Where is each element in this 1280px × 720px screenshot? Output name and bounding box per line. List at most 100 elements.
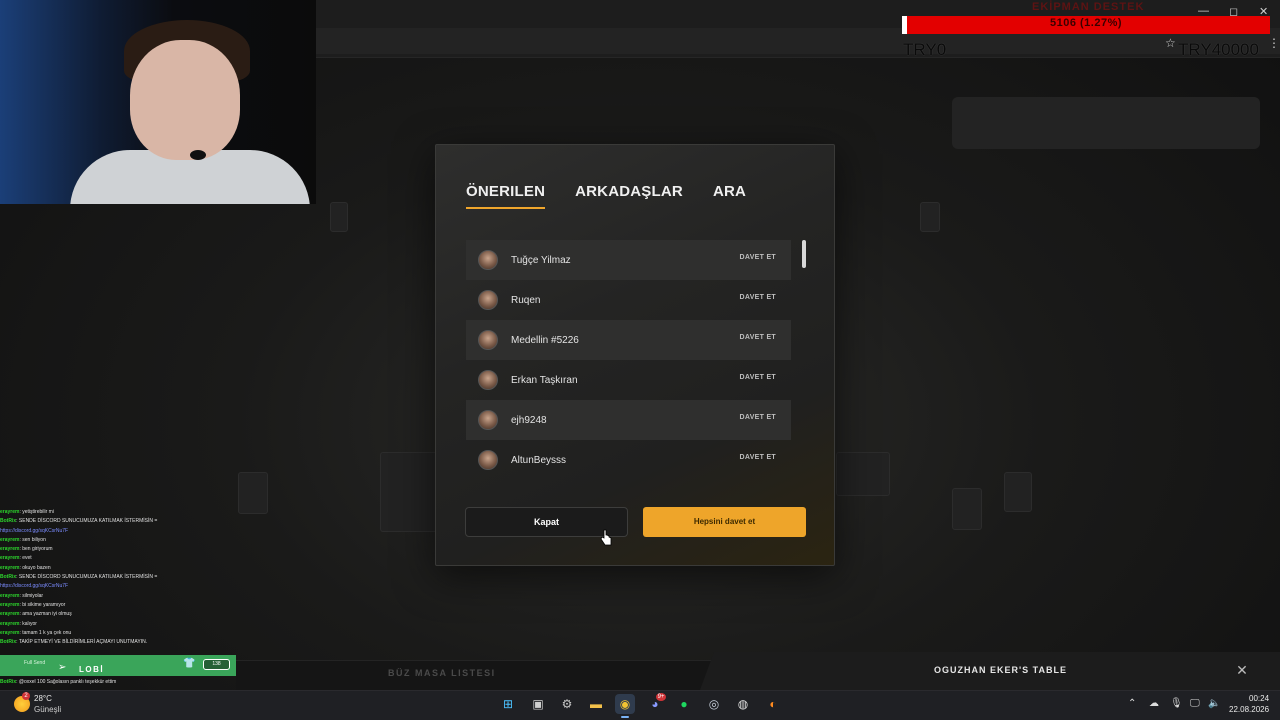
chat-line: erayrem: okuyo bazen xyxy=(0,564,240,573)
microphone-tray-icon[interactable]: 🎙 xyxy=(1170,698,1183,709)
donation-progress-text: 5106 (1.27%) xyxy=(1049,17,1123,29)
weather-description[interactable]: Güneşli xyxy=(34,705,61,714)
invite-button[interactable]: DAVET ET xyxy=(740,334,777,341)
chat-username: erayrem xyxy=(0,536,20,543)
player-name: Tuğçe Yilmaz xyxy=(511,254,571,266)
lobby-label[interactable]: LOBİ xyxy=(79,665,104,674)
lobby-toggle[interactable]: 138 xyxy=(203,659,230,670)
chat-message: : tamam 1 k ya çek onu xyxy=(19,629,72,636)
chat-line: BotRix: SENDE DİSCORD SUNUCUMUZA KATILMA… xyxy=(0,517,240,526)
avatar xyxy=(478,290,498,310)
browser-menu-icon[interactable]: ⋮ xyxy=(1268,36,1280,50)
spotify-icon[interactable]: ● xyxy=(674,694,694,714)
chat-message: : evet xyxy=(19,555,32,562)
invite-all-button[interactable]: Hepsini davet et xyxy=(643,507,806,537)
chat-line: erayrem: silmiyolar xyxy=(0,592,240,601)
chat-message: : kalıyor xyxy=(19,620,37,627)
invite-button[interactable]: DAVET ET xyxy=(740,454,777,461)
chat-line: erayrem: ben giriyorum xyxy=(0,545,240,554)
settings-gear-icon[interactable]: ⚙ xyxy=(557,694,577,714)
chat-line: https://discord.gg/sqKCsrNu7F xyxy=(0,582,240,591)
player-name: ejh9248 xyxy=(511,414,547,426)
clock-time[interactable]: 00:24 xyxy=(1249,694,1269,703)
chat-line: erayrem: yetiştirebilir mi xyxy=(0,508,240,517)
chat-bottom-line: BotRix: @oxxel 100 Sağolasın panklı teşe… xyxy=(0,679,240,685)
invite-button[interactable]: DAVET ET xyxy=(740,254,777,261)
chat-message: : SENDE DİSCORD SUNUCUMUZA KATILMAK İSTE… xyxy=(16,518,158,525)
send-icon[interactable]: ➢ xyxy=(58,662,66,673)
weather-badge: 2 xyxy=(22,692,30,700)
close-window-icon[interactable]: ✕ xyxy=(1259,5,1268,18)
invite-button[interactable]: DAVET ET xyxy=(740,414,777,421)
chat-username: erayrem xyxy=(0,620,20,627)
player-name: Ruqen xyxy=(511,294,541,306)
obs-icon[interactable]: ◍ xyxy=(733,694,753,714)
volume-icon[interactable]: 🔈 xyxy=(1208,698,1220,709)
maximize-icon[interactable]: ◻ xyxy=(1229,5,1238,18)
taskbar xyxy=(0,690,1280,720)
player-name: Erkan Taşkıran xyxy=(511,374,578,386)
invite-modal: ÖNERILEN ARKADAŞLAR ARA Tuğçe Yilmaz DAV… xyxy=(435,144,835,566)
bookmark-star-icon[interactable]: ☆ xyxy=(1165,36,1176,50)
chat-username: BotRix xyxy=(0,574,17,581)
table-title: OGUZHAN EKER'S TABLE xyxy=(934,665,1067,675)
chat-username: erayrem xyxy=(0,555,20,562)
chat-username: erayrem xyxy=(0,509,20,515)
chat-line: BotRix: TAKİP ETMEYİ VE BİLDİRİMLERİ AÇM… xyxy=(0,638,240,647)
chat-message: : @oxxel 100 Sağolasın panklı teşekkür e… xyxy=(16,679,117,685)
firefox-icon[interactable]: ◐ xyxy=(763,694,783,714)
chat-message: : ben giriyorum xyxy=(19,546,53,553)
invite-button[interactable]: DAVET ET xyxy=(740,374,777,381)
windows-start-icon[interactable]: ⊞ xyxy=(498,694,518,714)
webcam-face xyxy=(130,40,240,160)
player-row: Tuğçe Yilmaz DAVET ET xyxy=(466,240,791,280)
chat-username: BotRix xyxy=(0,639,17,646)
chat-line: BotRix: SENDE DİSCORD SUNUCUMUZA KATILMA… xyxy=(0,573,240,582)
onedrive-icon[interactable]: ☁ xyxy=(1149,698,1159,709)
background-card xyxy=(920,202,940,232)
shirt-icon[interactable]: 👕 xyxy=(183,658,195,669)
file-explorer-icon[interactable]: ▬ xyxy=(586,694,606,714)
avatar xyxy=(478,410,498,430)
minimize-icon[interactable]: — xyxy=(1198,5,1209,17)
chat-username: erayrem xyxy=(0,629,20,636)
active-app-indicator xyxy=(621,716,629,718)
chat-line: erayrem: sen biliyon xyxy=(0,536,240,545)
close-icon[interactable]: ✕ xyxy=(1234,662,1250,678)
chat-message: : TAKİP ETMEYİ VE BİLDİRİMLERİ AÇMAYI UN… xyxy=(16,639,148,646)
chat-link[interactable]: https://discord.gg/sqKCsrNu7F xyxy=(0,583,68,589)
steam-icon[interactable]: ◎ xyxy=(704,694,724,714)
tab-friends[interactable]: ARKADAŞLAR xyxy=(575,183,683,209)
avatar xyxy=(478,450,498,470)
hand-cursor-icon xyxy=(600,529,612,546)
donation-max-label: TRY40000 xyxy=(1178,40,1259,59)
monitor-icon[interactable]: 🖵 xyxy=(1190,698,1200,709)
background-card xyxy=(836,452,890,496)
background-card xyxy=(238,472,268,514)
table-list-label: BÜZ MASA LISTESI xyxy=(388,668,496,678)
chat-message: : SENDE DİSCORD SUNUCUMUZA KATILMAK İSTE… xyxy=(16,574,158,581)
donation-min-label: TRY0 xyxy=(903,40,947,59)
chat-link[interactable]: https://discord.gg/sqKCsrNu7F xyxy=(0,528,68,534)
avatar xyxy=(478,330,498,350)
player-row: Medellin #5226 DAVET ET xyxy=(466,320,791,360)
tray-chevron-up-icon[interactable]: ⌃ xyxy=(1128,698,1136,709)
background-card xyxy=(1004,472,1032,512)
background-search-box xyxy=(952,97,1260,149)
clock-date[interactable]: 22.08.2026 xyxy=(1229,705,1269,714)
player-name: Medellin #5226 xyxy=(511,334,579,346)
tab-search[interactable]: ARA xyxy=(713,183,746,209)
discord-badge: 9+ xyxy=(656,693,666,701)
weather-temperature[interactable]: 28°C xyxy=(34,694,52,703)
player-row: ejh9248 DAVET ET xyxy=(466,400,791,440)
player-list-scrollbar[interactable] xyxy=(802,240,806,268)
chat-message: : ama yazman iyi olmuş xyxy=(19,611,72,618)
player-row: Ruqen DAVET ET xyxy=(466,280,791,320)
tab-suggested[interactable]: ÖNERILEN xyxy=(466,183,546,209)
task-view-icon[interactable]: ▣ xyxy=(528,694,548,714)
chrome-icon[interactable]: ◉ xyxy=(615,694,635,714)
player-row: Erkan Taşkıran DAVET ET xyxy=(466,360,791,400)
microphone-icon xyxy=(190,150,206,160)
chat-message: : yetiştirebilir mi xyxy=(19,509,54,515)
invite-button[interactable]: DAVET ET xyxy=(740,294,777,301)
